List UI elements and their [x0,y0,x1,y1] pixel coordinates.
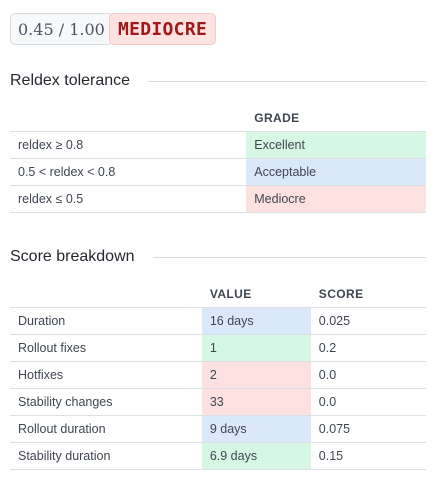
column-header-score: SCORE [318,286,364,301]
section-divider [148,80,426,82]
table-header-row: GRADE [10,104,426,132]
table-row: 0.5 < reldex < 0.8 Acceptable [10,158,426,186]
tolerance-condition: reldex ≥ 0.8 [10,131,247,159]
tolerance-table: GRADE reldex ≥ 0.8 Excellent 0.5 < relde… [10,104,426,213]
breakdown-table: VALUE SCORE Duration 16 days 0.025 Rollo… [10,280,426,470]
metric-score: 0.2 [310,334,426,362]
metric-name: Stability changes [10,388,202,416]
column-header-condition [10,104,246,132]
metric-value: 2 [201,361,311,389]
column-header-metric [10,280,202,308]
metric-score: 0.025 [310,307,426,335]
metric-name: Stability duration [10,442,202,470]
tolerance-grade: Excellent [246,131,426,159]
metric-score: 0.15 [310,442,426,470]
section-divider [152,256,426,258]
tolerance-condition: reldex ≤ 0.5 [10,185,247,213]
breakdown-title: Score breakdown [10,248,135,265]
tolerance-grade: Acceptable [246,158,426,186]
table-row: reldex ≤ 0.5 Mediocre [10,185,426,213]
metric-name: Hotfixes [10,361,202,389]
tolerance-title: Reldex tolerance [10,72,131,89]
metric-score: 0.075 [310,415,426,443]
grade-label: MEDIOCRE [118,18,208,40]
tolerance-grade: Mediocre [246,185,426,213]
metric-value: 9 days [201,415,311,443]
metric-value: 6.9 days [201,442,311,470]
table-row: Duration 16 days 0.025 [10,307,426,335]
table-row: reldex ≥ 0.8 Excellent [10,131,426,159]
metric-score: 0.0 [310,361,426,389]
table-row: Hotfixes 2 0.0 [10,361,426,389]
breakdown-section-header: Score breakdown [10,248,426,266]
metric-value: 1 [201,334,311,362]
column-header-value: VALUE [209,286,252,301]
score-display: 0.45 / 1.00 [10,13,113,45]
table-row: Stability duration 6.9 days 0.15 [10,442,426,470]
metric-name: Rollout duration [10,415,202,443]
metric-name: Duration [10,307,202,335]
metric-name: Rollout fixes [10,334,202,362]
tolerance-condition: 0.5 < reldex < 0.8 [10,158,247,186]
table-row: Stability changes 33 0.0 [10,388,426,416]
score-text: 0.45 / 1.00 [18,19,105,39]
table-row: Rollout fixes 1 0.2 [10,334,426,362]
tolerance-section-header: Reldex tolerance [10,72,426,90]
metric-value: 16 days [201,307,311,335]
metric-score: 0.0 [310,388,426,416]
table-header-row: VALUE SCORE [10,280,426,308]
grade-badge: MEDIOCRE [109,13,217,45]
column-header-grade: GRADE [254,110,300,125]
table-row: Rollout duration 9 days 0.075 [10,415,426,443]
metric-value: 33 [201,388,311,416]
